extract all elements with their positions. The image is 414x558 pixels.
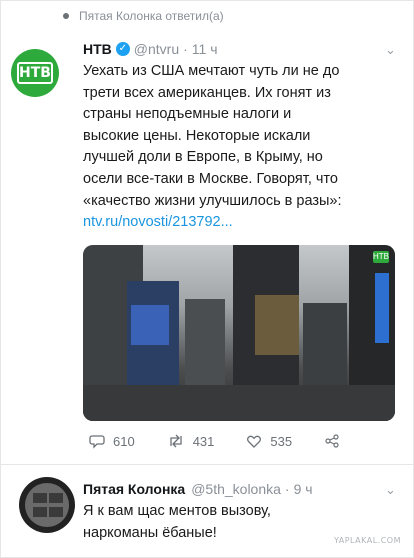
avatar[interactable]: НТВ — [11, 49, 59, 97]
avatar-image — [25, 483, 69, 527]
tweet-header: НТВ ✓ @ntvru · 11 ч — [83, 41, 218, 57]
ntv-badge: НТВ — [373, 251, 389, 263]
reply-count: 610 — [113, 433, 135, 449]
tweet-text-line: трети всех американцев. Их гонят из — [83, 84, 331, 101]
avatar-detail — [33, 507, 47, 517]
like-icon — [247, 435, 262, 448]
reply-author-handle[interactable]: @5th_kolonka — [191, 481, 281, 497]
tweet-time[interactable]: 11 ч — [192, 41, 218, 57]
verified-icon: ✓ — [115, 42, 130, 56]
retweet-count: 431 — [192, 433, 215, 449]
reply-button[interactable]: 610 — [89, 433, 135, 449]
tweet-text-line: лучшей доли в Европе, в Крыму, но — [83, 149, 323, 166]
author-handle[interactable]: @ntvru — [134, 41, 179, 57]
reply-header: Пятая Колонка @5th_kolonka · 9 ч — [83, 481, 313, 497]
watermark: YAPLAKAL.COM — [333, 536, 401, 545]
share-icon — [325, 434, 339, 448]
reply-text-line: наркоманы ёбаные! — [83, 524, 217, 541]
chevron-down-icon[interactable]: ⌄ — [385, 43, 396, 56]
tweet-text-line: осели все-таки в Москве. Говорят, что — [83, 170, 338, 187]
tweet-thread: Пятая Колонка ответил(а) НТВ НТВ ✓ @ntvr… — [0, 0, 414, 558]
chevron-down-icon[interactable]: ⌄ — [385, 483, 396, 496]
reply-context-text: Пятая Колонка ответил(а) — [79, 9, 224, 23]
like-button[interactable]: 535 — [246, 433, 292, 449]
author-name[interactable]: НТВ — [83, 41, 112, 57]
share-button[interactable] — [324, 433, 348, 449]
tweet-text-line: Уехать из США мечтают чуть ли не до — [83, 63, 340, 79]
retweet-dot-icon — [63, 13, 69, 19]
avatar-detail — [49, 507, 63, 517]
billboard — [375, 273, 389, 343]
avatar-detail — [49, 493, 63, 503]
tweet-text-line: высокие цены. Некоторые искали — [83, 127, 311, 144]
tweet-media-photo[interactable]: НТВ — [83, 245, 395, 421]
reply-avatar[interactable] — [19, 477, 75, 533]
tweet-link[interactable]: ntv.ru/novosti/213792... — [83, 212, 403, 234]
reply-text: Я к вам щас ментов вызову, наркоманы ёба… — [83, 501, 271, 544]
tweet-text: Уехать из США мечтают чуть ли не до трет… — [83, 61, 403, 234]
ntv-logo: НТВ — [17, 62, 53, 84]
like-count: 535 — [270, 433, 293, 449]
reply-icon — [89, 435, 105, 449]
billboard — [255, 295, 299, 355]
separator: · — [183, 41, 188, 57]
divider — [1, 464, 413, 465]
billboard — [131, 305, 169, 345]
avatar-detail — [33, 493, 47, 503]
reply-author-name[interactable]: Пятая Колонка — [83, 481, 185, 497]
retweet-icon — [170, 434, 182, 448]
reply-context: Пятая Колонка ответил(а) — [63, 9, 224, 23]
tweet-text-line: страны неподъемные налоги и — [83, 106, 292, 123]
tweet-actions: 610 431 535 — [89, 433, 380, 449]
separator: · — [284, 481, 290, 497]
tweet-text-line: «качество жизни улучшилось в разы»: — [83, 192, 342, 209]
retweet-button[interactable]: 431 — [167, 433, 215, 449]
reply-time[interactable]: 9 ч — [294, 481, 313, 497]
street — [83, 385, 395, 421]
reply-text-line: Я к вам щас ментов вызову, — [83, 503, 271, 519]
